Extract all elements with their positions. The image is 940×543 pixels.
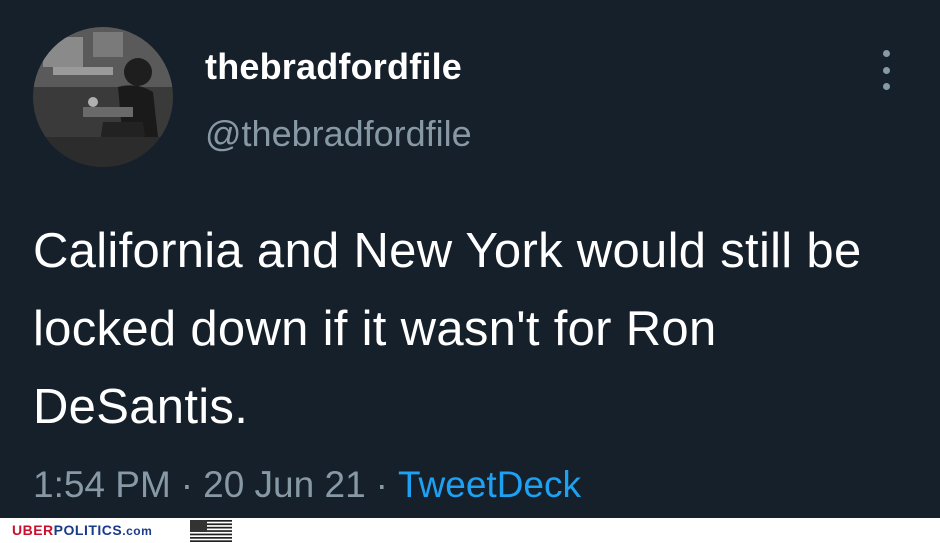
meta-separator: ·: [375, 464, 388, 505]
more-dot: [882, 83, 890, 90]
tweet-date[interactable]: 20 Jun 21: [203, 464, 366, 505]
tweet-time[interactable]: 1:54 PM: [33, 464, 171, 505]
meta-separator: ·: [180, 464, 194, 505]
avatar[interactable]: [33, 27, 173, 167]
tweet-text: California and New York would still be l…: [33, 224, 862, 434]
watermark-uber: UBER: [12, 522, 54, 538]
display-name[interactable]: thebradfordfile: [205, 46, 462, 88]
more-dot: [882, 50, 890, 57]
watermark-logo: UBERPOLITICS.com: [12, 522, 152, 538]
tweet-source-link[interactable]: TweetDeck: [398, 464, 581, 505]
tweet-metadata: 1:54 PM · 20 Jun 21 · TweetDeck: [33, 464, 581, 506]
more-vertical-icon[interactable]: [876, 50, 896, 90]
us-flag-icon: [190, 520, 232, 542]
watermark-com: .com: [122, 524, 153, 538]
watermark-bar: UBERPOLITICS.com: [0, 518, 940, 543]
watermark-politics: POLITICS: [53, 522, 123, 538]
tweet-card: thebradfordfile @thebradfordfile Califor…: [0, 0, 940, 518]
avatar-photo: [33, 27, 173, 167]
more-dot: [882, 66, 890, 74]
user-handle[interactable]: @thebradfordfile: [205, 113, 472, 155]
